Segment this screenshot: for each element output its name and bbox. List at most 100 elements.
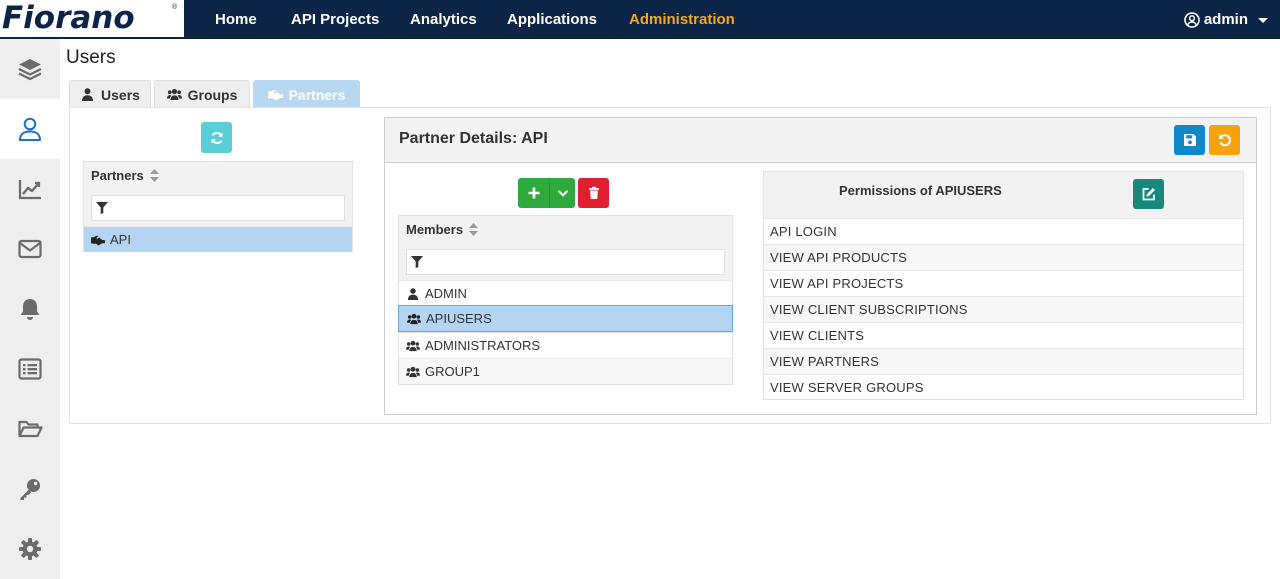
filter-icon [411, 256, 423, 268]
user-icon [82, 88, 94, 101]
sidebar [0, 39, 60, 579]
nav-home[interactable]: Home [215, 0, 257, 39]
table-row[interactable]: ADMINISTRATORS [399, 332, 732, 358]
nav-applications[interactable]: Applications [507, 0, 597, 39]
plus-icon [528, 187, 539, 199]
chevron-down-icon [1258, 18, 1268, 23]
partners-list: Partners API [83, 161, 353, 252]
partners-list-header[interactable]: Partners [84, 162, 352, 189]
list-item: VIEW PARTNERS [764, 348, 1243, 374]
sidebar-item-analytics[interactable] [0, 159, 60, 219]
permissions-title: Permissions of APIUSERS [839, 183, 1002, 198]
table-row[interactable]: APIUSERS [398, 305, 733, 332]
user-circle-icon [1184, 11, 1200, 28]
tab-groups[interactable]: Groups [154, 80, 250, 108]
undo-icon [1218, 134, 1231, 147]
sidebar-item-users[interactable] [0, 99, 60, 159]
sidebar-item-messages[interactable] [0, 219, 60, 279]
refresh-button[interactable] [201, 122, 232, 153]
partner-name: API [110, 232, 131, 247]
members-header-label: Members [406, 222, 464, 237]
top-navbar: Fiorano ® Home API Projects Analytics Ap… [0, 0, 1280, 39]
edit-icon [1142, 188, 1155, 201]
folder-open-icon [18, 420, 43, 438]
member-name: ADMIN [425, 286, 467, 301]
user-menu[interactable]: admin [1184, 0, 1268, 39]
members-filter[interactable] [406, 249, 725, 275]
partner-details-panel: Partner Details: API Members ADMIN APIUS… [384, 117, 1257, 415]
chart-icon [18, 180, 41, 200]
filter-icon [96, 202, 108, 214]
logo-registered-mark: ® [172, 4, 178, 11]
members-filter-row [399, 243, 732, 280]
list-icon [18, 358, 42, 380]
table-row[interactable]: ADMIN [399, 280, 732, 306]
list-item: VIEW CLIENT SUBSCRIPTIONS [764, 296, 1243, 322]
sort-icon [149, 169, 159, 182]
revert-button[interactable] [1209, 125, 1240, 155]
list-item: VIEW CLIENTS [764, 322, 1243, 348]
user-icon [19, 117, 41, 141]
trash-icon [588, 186, 599, 199]
users-icon [406, 366, 420, 377]
tab-groups-label: Groups [187, 86, 238, 103]
table-row[interactable]: GROUP1 [399, 358, 732, 384]
users-icon [166, 88, 182, 100]
refresh-icon [211, 131, 222, 144]
layers-icon [18, 59, 42, 81]
save-icon [1183, 134, 1196, 146]
partner-details-title: Partner Details: API [399, 130, 548, 147]
nav-api-projects[interactable]: API Projects [291, 0, 379, 39]
chevron-down-icon [557, 190, 568, 197]
list-item: VIEW API PRODUCTS [764, 244, 1243, 270]
partners-filter-row [84, 189, 352, 226]
key-icon [20, 479, 40, 500]
list-item: VIEW API PROJECTS [764, 270, 1243, 296]
sort-icon [469, 223, 479, 236]
partners-filter-input[interactable] [114, 199, 340, 217]
member-name: GROUP1 [425, 364, 480, 379]
list-item: API LOGIN [764, 218, 1243, 244]
nav-administration[interactable]: Administration [629, 0, 735, 39]
partners-header-label: Partners [91, 168, 144, 183]
partner-details-header: Partner Details: API [385, 118, 1256, 163]
sidebar-item-notifications[interactable] [0, 279, 60, 339]
permissions-list: Permissions of APIUSERS API LOGIN VIEW A… [763, 171, 1244, 400]
handshake-icon [267, 90, 283, 101]
members-list: Members ADMIN APIUSERS ADMINISTRATORS GR… [398, 215, 733, 385]
fiorano-logo[interactable]: Fiorano ® [0, 0, 184, 39]
edit-permissions-button[interactable] [1133, 179, 1164, 209]
sidebar-item-layers[interactable] [0, 39, 60, 99]
members-filter-input[interactable] [429, 253, 720, 271]
tab-partners-label: Partners [288, 86, 346, 103]
user-name: admin [1203, 10, 1248, 28]
nav-analytics[interactable]: Analytics [410, 0, 477, 39]
users-icon [407, 313, 421, 324]
bell-icon [20, 299, 40, 320]
logo-text: Fiorano [2, 0, 135, 36]
sidebar-item-list[interactable] [0, 339, 60, 399]
save-button[interactable] [1174, 125, 1205, 155]
member-name: APIUSERS [426, 311, 492, 326]
users-icon [406, 340, 420, 351]
page-title: Users [66, 47, 116, 68]
gear-icon [19, 538, 41, 560]
add-member-button[interactable] [518, 178, 549, 208]
list-item[interactable]: API [84, 226, 352, 252]
members-list-header[interactable]: Members [399, 216, 732, 243]
partners-filter[interactable] [91, 195, 345, 221]
tab-users-label: Users [101, 86, 140, 103]
member-name: ADMINISTRATORS [425, 338, 541, 353]
user-icon [407, 287, 419, 300]
tab-users[interactable]: Users [69, 80, 151, 108]
list-item: VIEW SERVER GROUPS [764, 374, 1243, 400]
add-options-dropdown[interactable] [549, 178, 575, 208]
tab-partners[interactable]: Partners [253, 80, 360, 108]
handshake-icon [91, 235, 105, 246]
sidebar-item-files[interactable] [0, 399, 60, 459]
envelope-icon [18, 239, 42, 259]
delete-member-button[interactable] [578, 178, 609, 208]
sidebar-item-keys[interactable] [0, 459, 60, 519]
permissions-header: Permissions of APIUSERS [764, 172, 1243, 218]
sidebar-item-settings[interactable] [0, 519, 60, 579]
